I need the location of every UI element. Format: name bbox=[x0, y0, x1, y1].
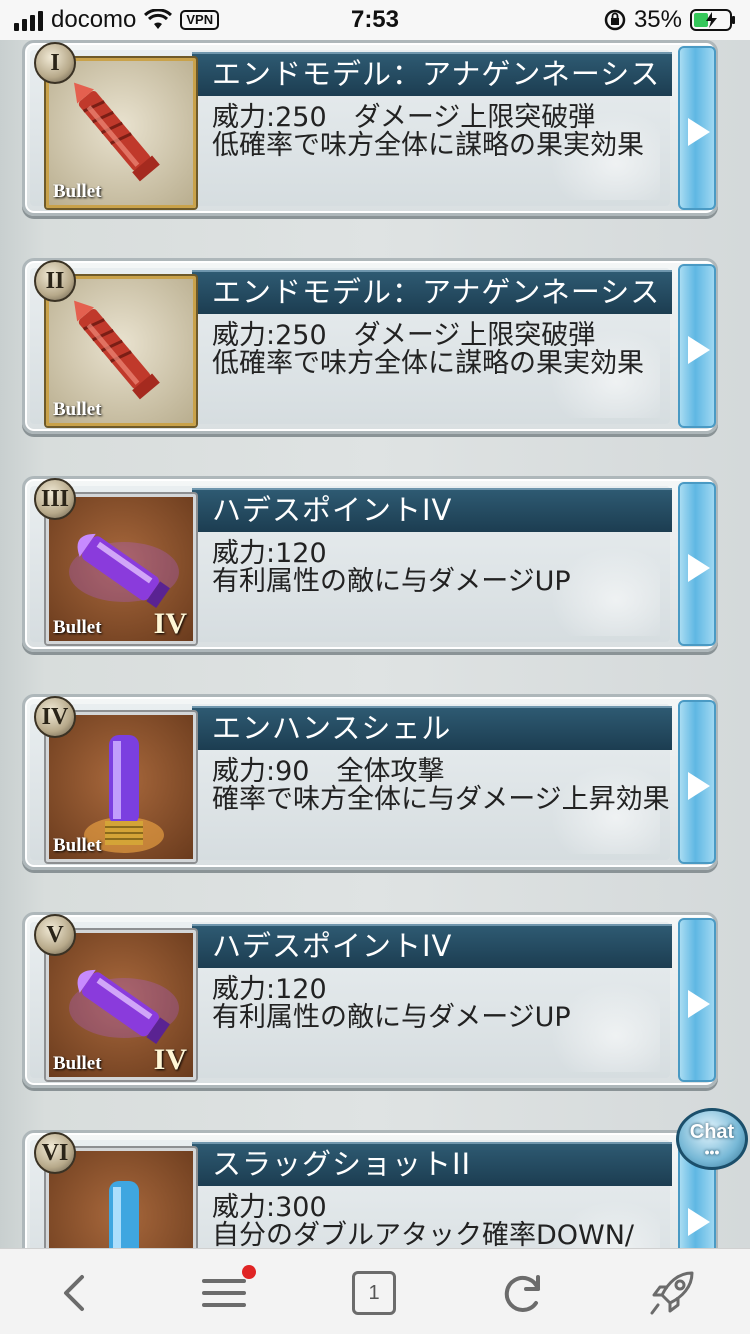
description-line: 威力:90 全体攻撃 bbox=[212, 756, 445, 787]
tab-count: 1 bbox=[352, 1271, 396, 1315]
battery-percent: 35% bbox=[633, 6, 682, 33]
item-title: エンハンスシェル bbox=[212, 711, 452, 745]
bullet-label: Bullet bbox=[53, 1053, 102, 1074]
status-right: 35% bbox=[604, 6, 736, 34]
item-title: ハデスポイントIV bbox=[212, 493, 453, 527]
item-title: エンドモデル：アナゲンネーシス bbox=[212, 57, 661, 91]
list-item[interactable]: Bullet II エンドモデル：アナゲンネーシス 威力:250 ダメージ上限突破弾低… bbox=[22, 258, 718, 434]
bullet-label: Bullet bbox=[53, 399, 102, 420]
reload-button[interactable] bbox=[498, 1267, 550, 1319]
rotation-lock-icon bbox=[604, 9, 626, 31]
arrow-right-icon bbox=[688, 772, 710, 800]
slot-numeral: III bbox=[34, 478, 76, 520]
list-item[interactable]: Bullet IV V ハデスポイントIV 威力:120 有利属性の敵に与ダメージUP bbox=[22, 912, 718, 1088]
item-title: エンドモデル：アナゲンネーシス bbox=[212, 275, 661, 309]
item-description: 威力:120 有利属性の敵に与ダメージUP bbox=[212, 540, 672, 596]
detail-button[interactable] bbox=[678, 918, 716, 1082]
item-thumbnail: Bullet bbox=[46, 712, 196, 862]
browser-toolbar: 1 bbox=[0, 1248, 750, 1334]
bullet-list: Bullet I エンドモデル：アナゲンネーシス 威力:250 ダメージ上限突破弾 低確… bbox=[0, 40, 750, 1248]
description-line: 威力:120 bbox=[212, 974, 327, 1005]
slot-numeral: I bbox=[34, 42, 76, 84]
slot-numeral: IV bbox=[34, 696, 76, 738]
rank-label: IV bbox=[153, 607, 187, 640]
item-description: 威力:250 ダメージ上限突破弾 低確率で味方全体に謀略の果実効果 bbox=[212, 322, 672, 378]
list-item[interactable]: Bullet IV エンハンスシェル 威力:90 全体攻撃 確率で味方全体に与ダメージ上… bbox=[22, 694, 718, 870]
bullet-label: Bullet bbox=[53, 617, 102, 638]
description-line: 低確率で味方全体に謀略の果実効果 bbox=[212, 130, 644, 161]
item-thumbnail: Bullet IV bbox=[46, 930, 196, 1080]
detail-button[interactable] bbox=[678, 46, 716, 210]
item-title: スラッグショットII bbox=[212, 1147, 472, 1181]
item-thumbnail: Bullet bbox=[46, 276, 196, 426]
status-bar: docomo VPN 7:53 35% bbox=[0, 0, 750, 40]
bullet-label: Bullet bbox=[53, 181, 102, 202]
notification-dot bbox=[242, 1265, 256, 1279]
menu-button[interactable] bbox=[200, 1265, 256, 1319]
description-line: 有利属性の敵に与ダメージUP bbox=[212, 1002, 571, 1033]
arrow-right-icon bbox=[688, 990, 710, 1018]
chat-button[interactable]: Chat ••• bbox=[676, 1108, 748, 1170]
description-line: 有利属性の敵に与ダメージUP bbox=[212, 566, 571, 597]
description-line: 威力:250 ダメージ上限突破弾 bbox=[212, 102, 596, 133]
tabs-button[interactable]: 1 bbox=[348, 1267, 400, 1319]
detail-button[interactable] bbox=[678, 264, 716, 428]
chevron-left-icon bbox=[64, 1275, 84, 1311]
list-item[interactable]: Bullet I エンドモデル：アナゲンネーシス 威力:250 ダメージ上限突破弾 低確… bbox=[22, 40, 718, 216]
list-item[interactable]: Bullet IV III ハデスポイントIV 威力:120 有利属性の敵に与ダメージUP bbox=[22, 476, 718, 652]
detail-button[interactable] bbox=[678, 482, 716, 646]
chat-label: Chat bbox=[689, 1121, 735, 1143]
item-thumbnail: Bullet bbox=[46, 58, 196, 208]
rank-label: IV bbox=[153, 1043, 187, 1076]
item-thumbnail: Bullet IV bbox=[46, 494, 196, 644]
arrow-right-icon bbox=[688, 1208, 710, 1236]
item-description: 威力:250 ダメージ上限突破弾 低確率で味方全体に謀略の果実効果 bbox=[212, 104, 672, 160]
back-button[interactable] bbox=[50, 1267, 102, 1319]
rocket-icon bbox=[650, 1271, 694, 1315]
description-line: 威力:300 bbox=[212, 1192, 327, 1223]
arrow-right-icon bbox=[688, 554, 710, 582]
chat-dots: ••• bbox=[704, 1144, 720, 1160]
battery-charging-icon bbox=[690, 9, 735, 31]
slot-numeral: II bbox=[34, 260, 76, 302]
description-line: 低確率で味方全体に謀略の果実効果 bbox=[212, 348, 644, 379]
description-line: 威力:250 ダメージ上限突破弾 bbox=[212, 320, 596, 351]
item-description: 威力:90 全体攻撃 確率で味方全体に与ダメージ上昇効果 bbox=[212, 758, 672, 814]
item-title: ハデスポイントIV bbox=[212, 929, 453, 963]
description-line: 自分のダブルアタック確率DOWN/ bbox=[212, 1220, 635, 1249]
description-line: 威力:120 bbox=[212, 538, 327, 569]
item-description: 威力:120 有利属性の敵に与ダメージUP bbox=[212, 976, 672, 1032]
arrow-right-icon bbox=[688, 118, 710, 146]
item-description: 威力:300 自分のダブルアタック確率DOWN/ bbox=[212, 1192, 672, 1249]
rocket-button[interactable] bbox=[648, 1267, 700, 1319]
bullet-label: Bullet bbox=[53, 835, 102, 856]
detail-button[interactable] bbox=[678, 700, 716, 864]
arrow-right-icon bbox=[688, 336, 710, 364]
slot-numeral: V bbox=[34, 914, 76, 956]
slot-numeral: VI bbox=[34, 1132, 76, 1174]
description-line: 確率で味方全体に与ダメージ上昇効果 bbox=[212, 784, 670, 815]
reload-icon bbox=[504, 1275, 540, 1312]
list-item[interactable]: VI スラッグショットII 威力:300 自分のダブルアタック確率DOWN/ bbox=[22, 1130, 718, 1248]
